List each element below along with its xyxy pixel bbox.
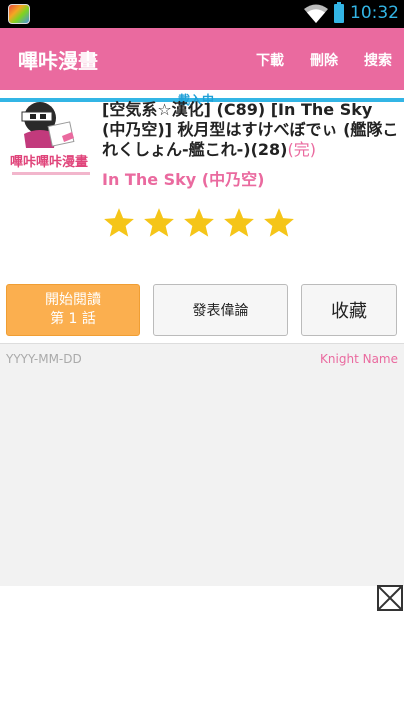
star-icon — [184, 208, 214, 237]
delete-button[interactable]: 刪除 — [310, 50, 338, 70]
favorite-button[interactable]: 收藏 — [301, 284, 397, 336]
comment-date: YYYY-MM-DD — [6, 352, 82, 366]
star-icon — [144, 208, 174, 237]
star-icon — [264, 208, 294, 237]
app-title: 嗶咔漫畫 — [18, 49, 98, 73]
comment-author-name[interactable]: Knight Name — [320, 352, 398, 366]
comic-author[interactable]: In The Sky (中乃空) — [102, 166, 264, 190]
status-time: 10:32 — [350, 3, 399, 23]
comic-title: [空気系☆漢化] (C89) [In The Sky (中乃空)] 秋月型はすけ… — [102, 100, 400, 160]
download-button[interactable]: 下載 — [256, 50, 284, 70]
start-reading-label: 開始閱讀 — [45, 292, 101, 308]
close-ad-icon[interactable] — [376, 584, 404, 612]
status-bar: 10:32 — [0, 0, 404, 28]
comic-status: (完) — [287, 140, 317, 159]
post-comment-button[interactable]: 發表偉論 — [153, 284, 288, 336]
app-notification-icon — [8, 4, 30, 24]
rating-stars — [102, 206, 296, 240]
start-reading-button[interactable]: 開始閱讀 第 1 話 — [6, 284, 140, 336]
ad-banner — [0, 586, 404, 720]
action-bar: 嗶咔漫畫 下載 刪除 搜索 — [0, 28, 404, 90]
comic-title-text: [空気系☆漢化] (C89) [In The Sky (中乃空)] 秋月型はすけ… — [102, 100, 399, 159]
svg-text:嗶咔嗶咔漫畫: 嗶咔嗶咔漫畫 — [10, 154, 88, 170]
star-icon — [104, 208, 134, 237]
start-reading-episode: 第 1 話 — [50, 311, 96, 327]
comic-cover-image[interactable]: 嗶咔嗶咔漫畫 — [6, 96, 96, 182]
comment-list — [0, 344, 404, 586]
battery-icon — [334, 2, 344, 23]
star-icon — [224, 208, 254, 237]
wifi-icon — [304, 4, 328, 23]
search-button[interactable]: 搜索 — [364, 50, 392, 70]
